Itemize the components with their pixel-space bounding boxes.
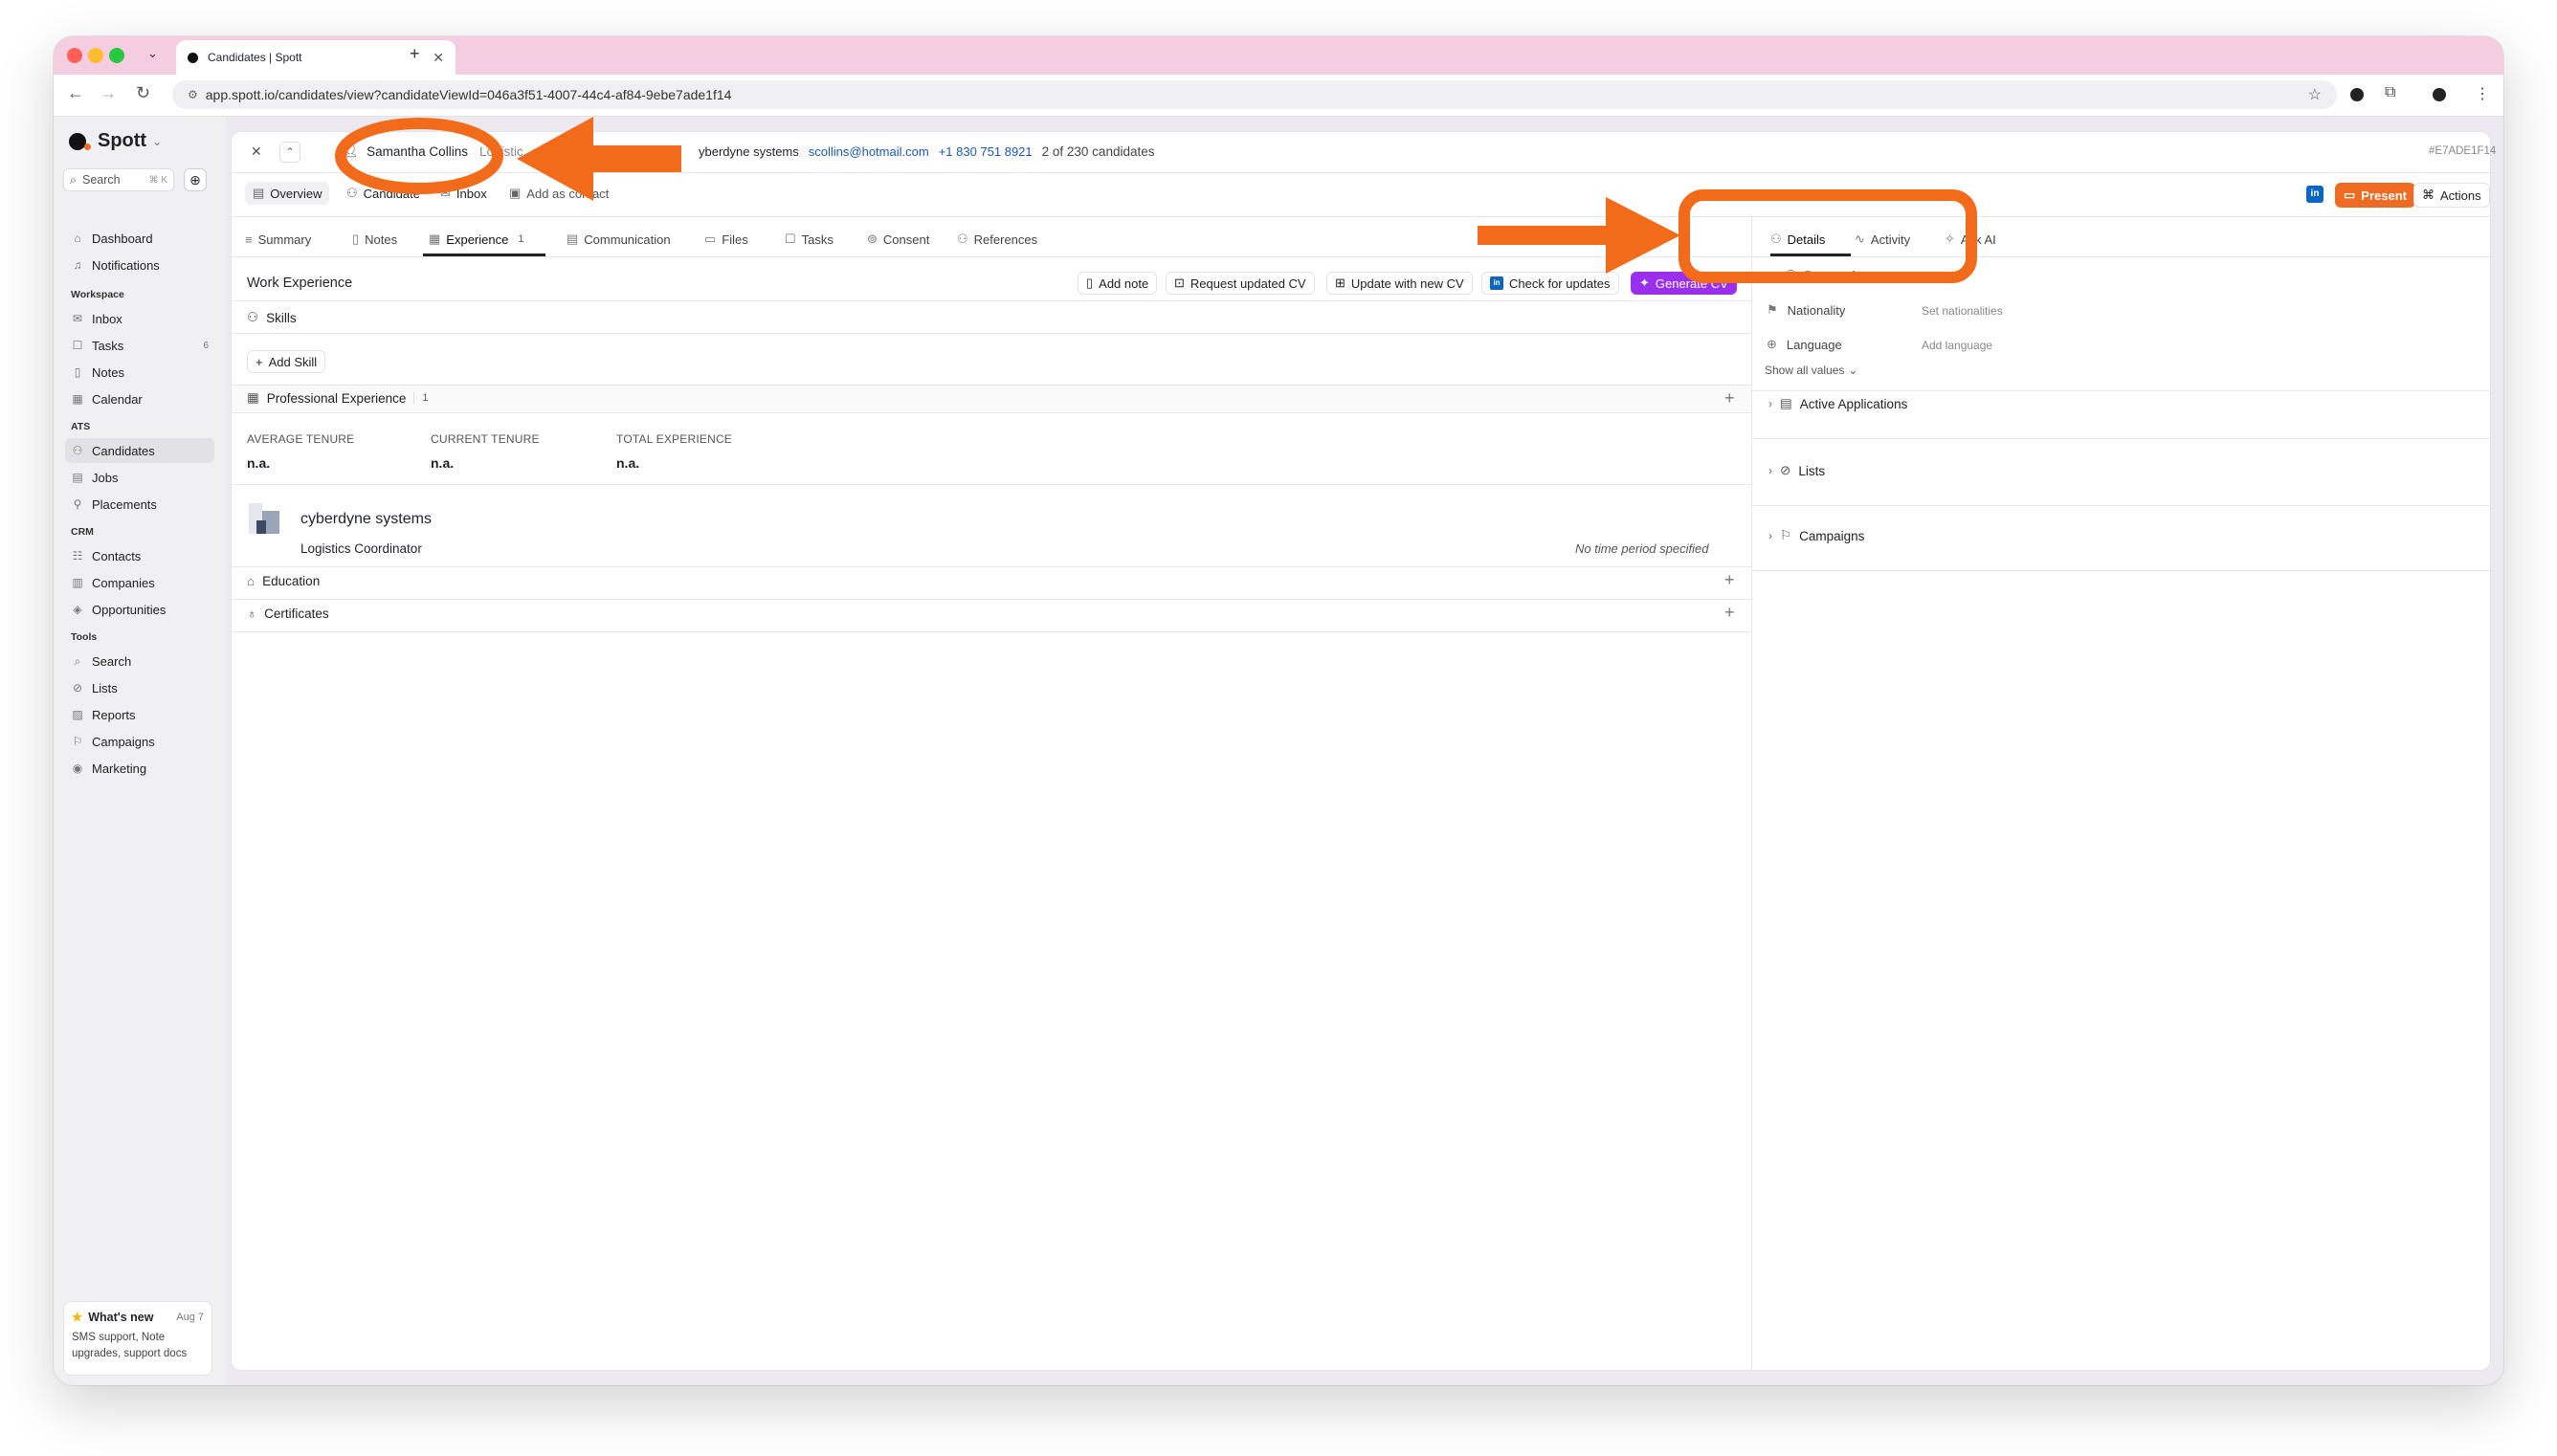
annotation-overlay	[335, 117, 1977, 283]
details-tabs-highlight-box	[1679, 189, 1977, 283]
name-highlight-ellipse	[335, 118, 503, 194]
arrow-left-icon	[517, 117, 681, 201]
arrow-right-icon	[1478, 197, 1680, 274]
